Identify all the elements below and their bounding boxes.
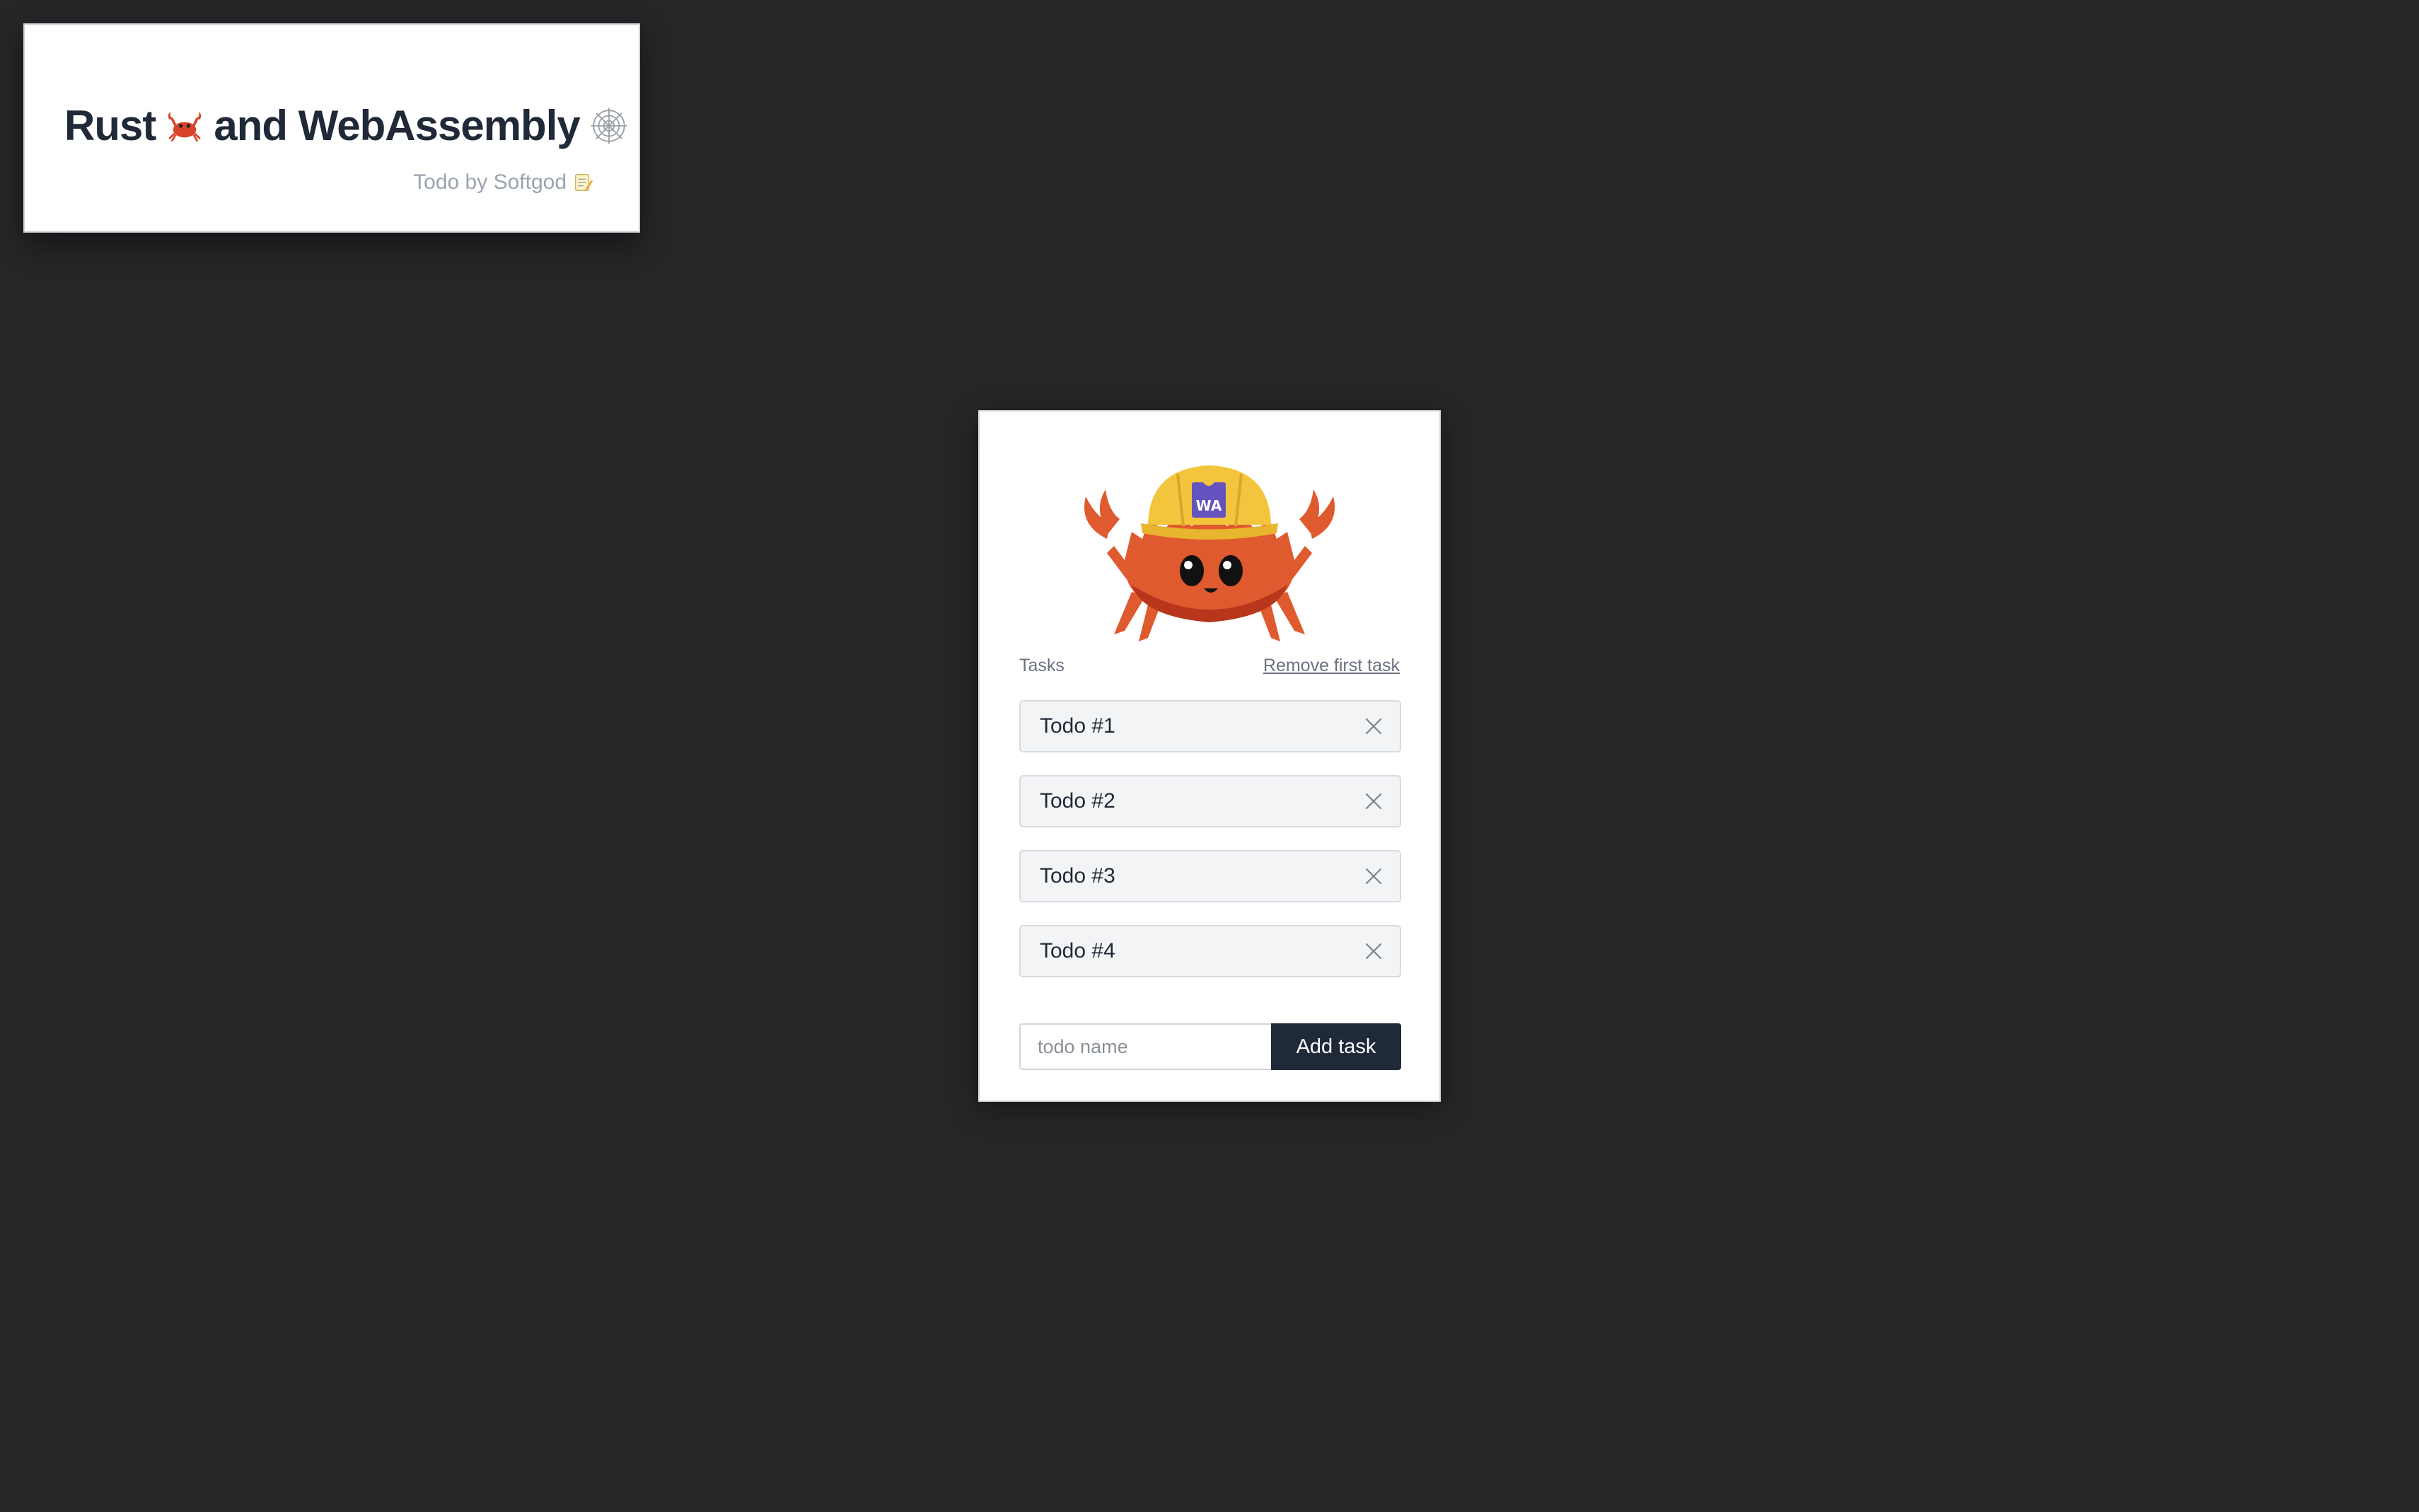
memo-icon (574, 174, 593, 191)
close-icon[interactable] (1364, 867, 1383, 885)
task-item: Todo #4 (1019, 925, 1401, 977)
add-task-form: Add task (1019, 1023, 1401, 1070)
mascot-badge-text: WA (1196, 497, 1222, 514)
add-task-button[interactable]: Add task (1271, 1023, 1401, 1070)
close-icon[interactable] (1364, 717, 1383, 735)
close-icon[interactable] (1364, 792, 1383, 810)
tasks-label: Tasks (1019, 656, 1065, 675)
task-name: Todo #2 (1040, 789, 1115, 813)
task-name: Todo #3 (1040, 864, 1115, 888)
page-subtitle: Todo by Softgod (413, 170, 593, 194)
close-icon[interactable] (1364, 942, 1383, 960)
title-text-wasm: and WebAssembly (214, 102, 580, 149)
task-item: Todo #1 (1019, 700, 1401, 752)
spider-web-icon (591, 107, 627, 144)
page-title: Rust and WebAssembly (64, 101, 638, 150)
todo-card: WA Tasks Remove first task Todo #1 Todo … (978, 410, 1441, 1102)
remove-first-task-link[interactable]: Remove first task (1263, 656, 1400, 676)
subtitle-text: Todo by Softgod (413, 170, 567, 194)
header-card: Rust and WebAssembly Todo by Softgod (23, 23, 640, 233)
title-text-rust: Rust (64, 102, 156, 149)
crab-icon (168, 111, 202, 141)
tasks-header: Tasks Remove first task (1019, 656, 1400, 676)
todo-name-input[interactable] (1019, 1023, 1271, 1070)
task-name: Todo #1 (1040, 714, 1115, 738)
task-item: Todo #2 (1019, 775, 1401, 827)
ferris-mascot-image: WA (1084, 465, 1335, 641)
task-name: Todo #4 (1040, 939, 1115, 963)
task-list: Todo #1 Todo #2 Todo #3 Todo #4 (1019, 700, 1401, 1000)
task-item: Todo #3 (1019, 850, 1401, 902)
